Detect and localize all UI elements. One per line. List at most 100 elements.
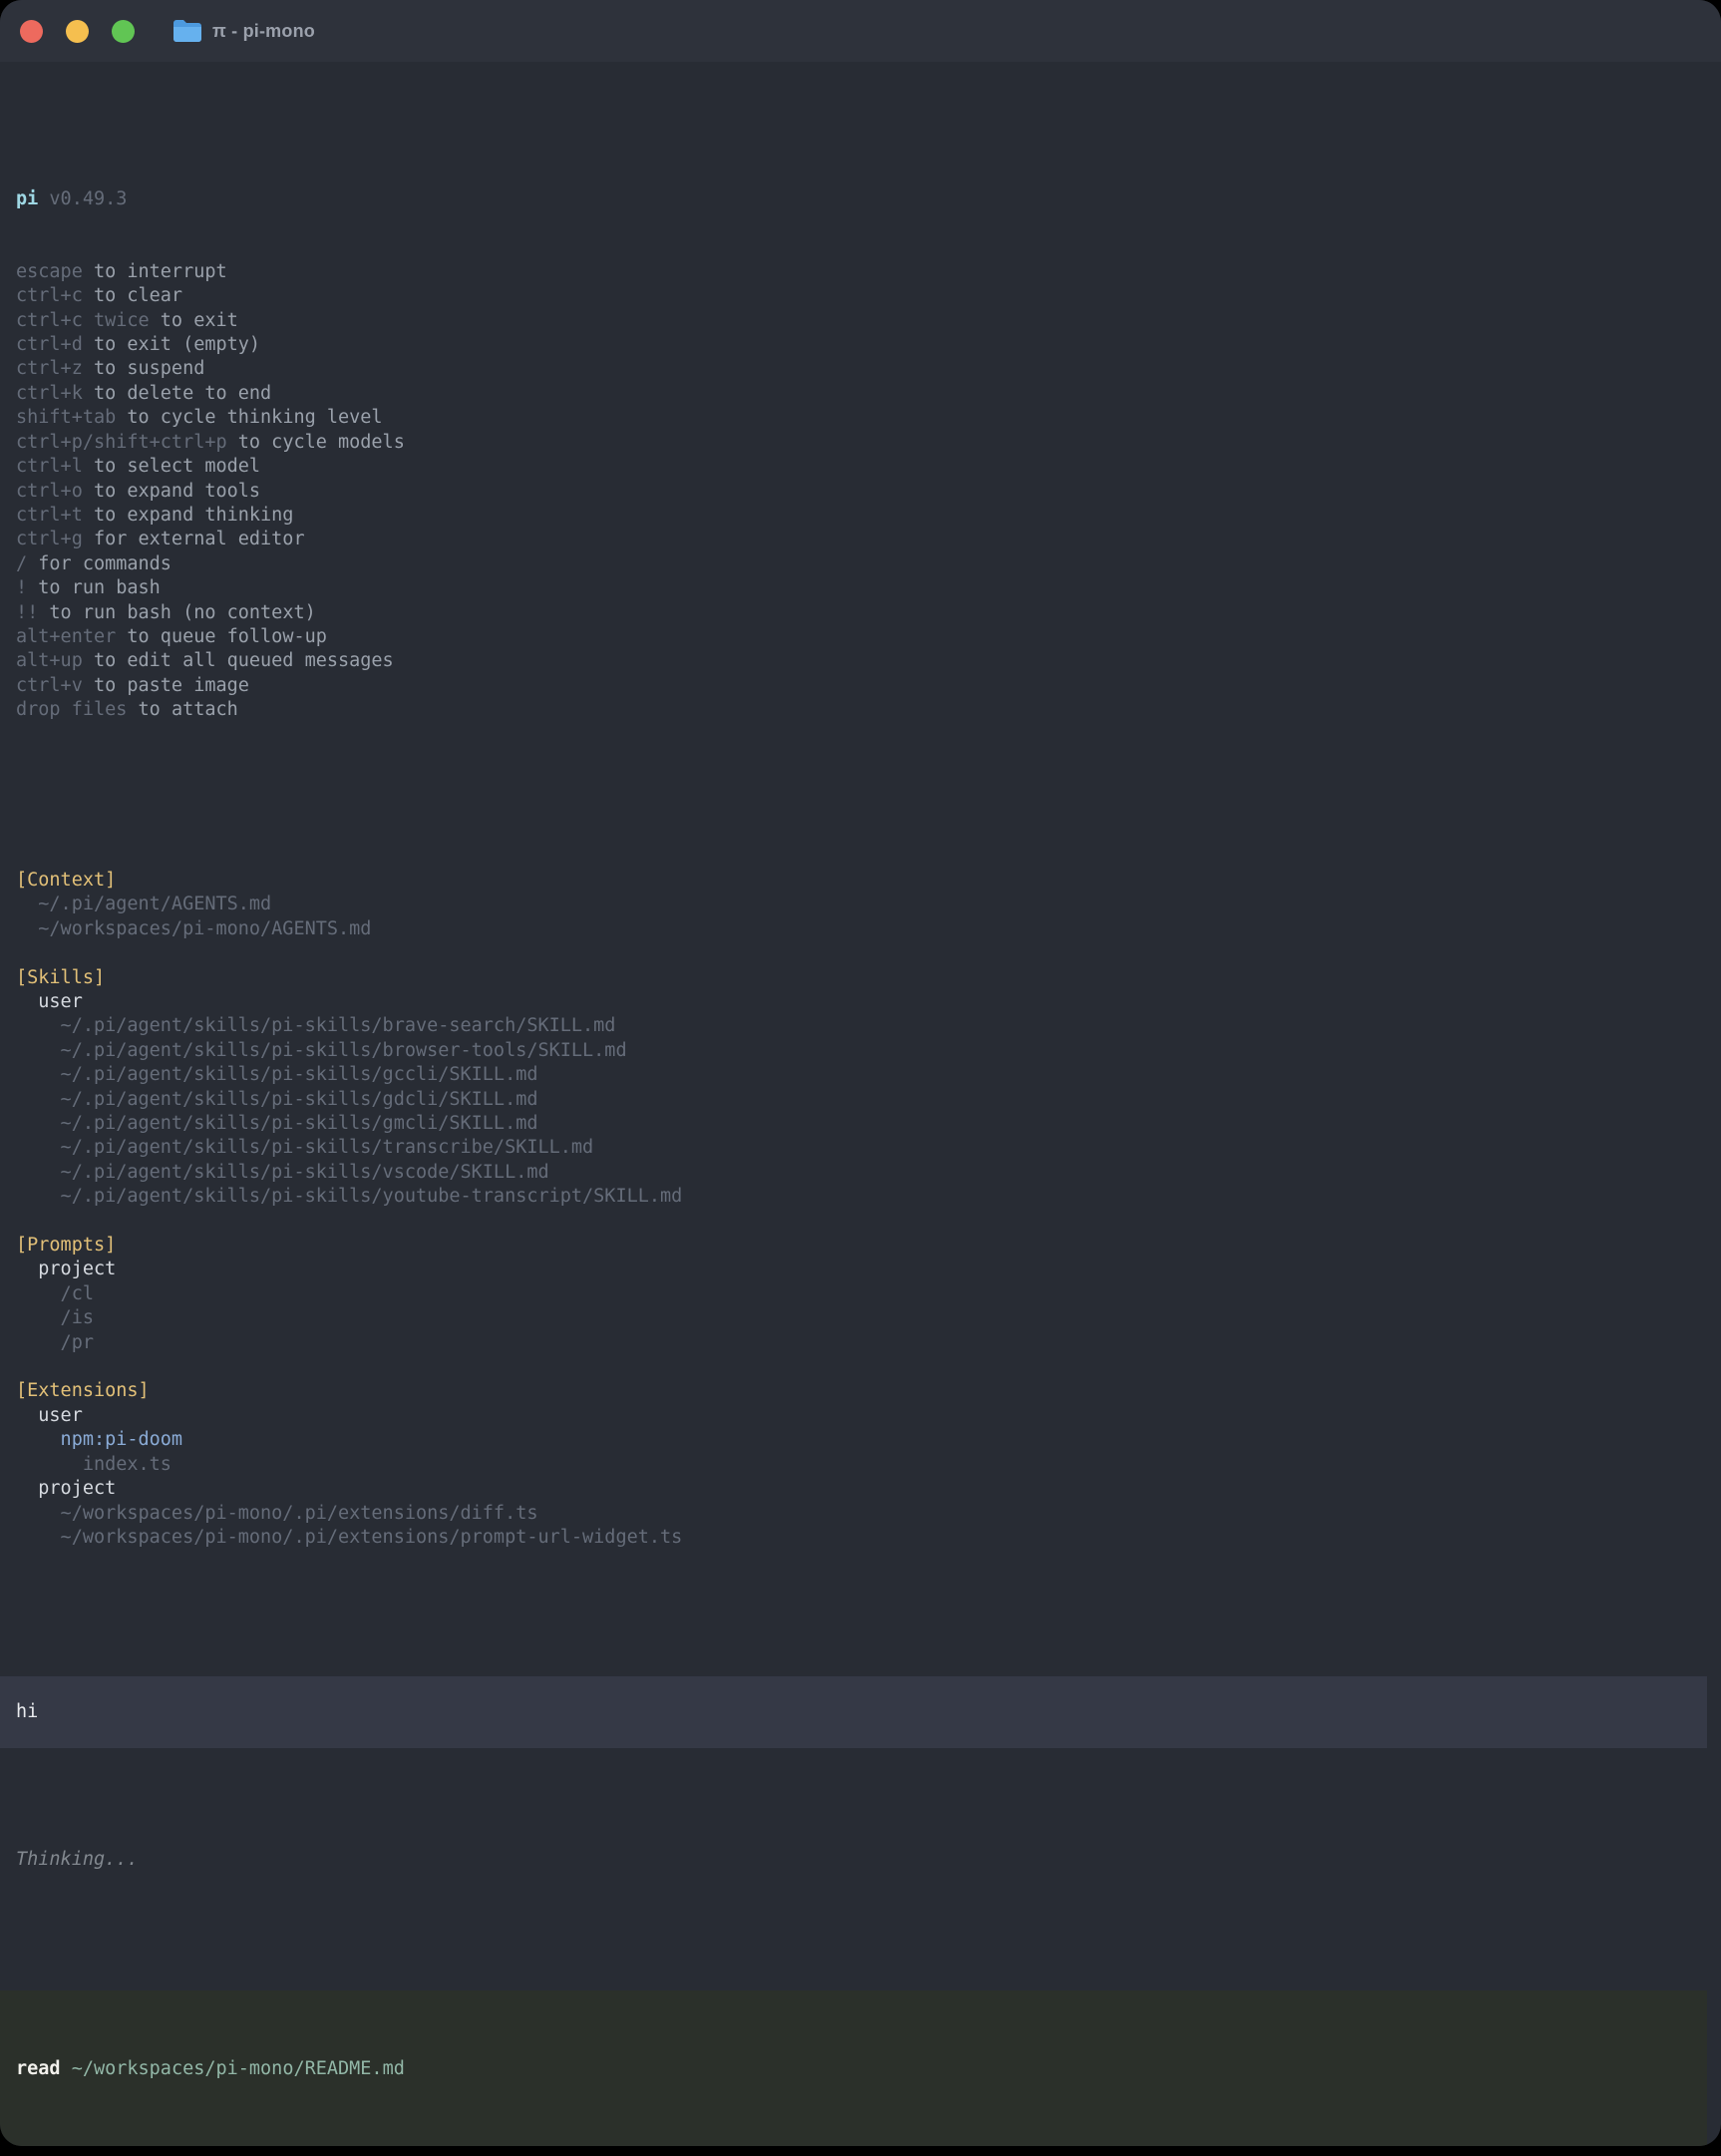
section-line: ~/.pi/agent/skills/pi-skills/youtube-tra… <box>16 1185 1705 1209</box>
shortcut-line: drop files to attach <box>16 698 1705 722</box>
section-line: ~/.pi/agent/skills/pi-skills/gmcli/SKILL… <box>16 1112 1705 1136</box>
text-segment: to run bash <box>27 577 161 598</box>
help-block: pi v0.49.3 escape to interruptctrl+c to … <box>0 139 1721 772</box>
text-segment: to exit <box>150 310 238 331</box>
text-segment: ! <box>16 577 27 598</box>
section-line: user <box>16 1404 1705 1428</box>
text-segment: to exit (empty) <box>83 334 260 355</box>
user-message: hi <box>0 1676 1707 1748</box>
text-segment: to edit all queued messages <box>83 650 394 671</box>
text-segment: ctrl+v <box>16 675 83 696</box>
text-segment: !! <box>16 602 38 623</box>
shortcut-line: alt+enter to queue follow-up <box>16 625 1705 649</box>
section-line: ~/.pi/agent/AGENTS.md <box>16 893 1705 916</box>
text-segment: ctrl+l <box>16 456 83 477</box>
section-line: ~/.pi/agent/skills/pi-skills/gdcli/SKILL… <box>16 1088 1705 1112</box>
shortcut-line: shift+tab to cycle thinking level <box>16 406 1705 430</box>
shortcut-lines: escape to interruptctrl+c to clearctrl+c… <box>16 260 1705 723</box>
section-line: project <box>16 1477 1705 1501</box>
shortcut-line: ctrl+g for external editor <box>16 528 1705 551</box>
text-segment: to interrupt <box>83 261 227 282</box>
window-title: π - pi-mono <box>212 21 315 42</box>
shortcut-line: ctrl+o to expand tools <box>16 480 1705 504</box>
text-segment: / <box>16 553 27 574</box>
text-segment: ctrl+g <box>16 529 83 549</box>
text-segment: ctrl+p/shift+ctrl+p <box>16 432 227 453</box>
shortcut-line: ctrl+c twice to exit <box>16 309 1705 333</box>
thinking-indicator: Thinking... <box>0 1848 1721 1872</box>
section-line: index.ts <box>16 1453 1705 1477</box>
shortcut-line: ctrl+d to exit (empty) <box>16 333 1705 357</box>
section-title: [Prompts] <box>16 1234 1705 1258</box>
text-segment: drop files <box>16 699 127 720</box>
section-line: ~/workspaces/pi-mono/.pi/extensions/prom… <box>16 1526 1705 1550</box>
section-line: user <box>16 990 1705 1014</box>
text-segment: ctrl+c <box>16 285 83 306</box>
shortcut-line: ! to run bash <box>16 576 1705 600</box>
text-segment: alt+enter <box>16 626 116 647</box>
tool-name: read <box>16 2058 61 2079</box>
traffic-lights <box>20 20 135 43</box>
text-segment: to run bash (no context) <box>38 602 315 623</box>
section-line: ~/workspaces/pi-mono/.pi/extensions/diff… <box>16 1502 1705 1526</box>
section-line: project <box>16 1258 1705 1281</box>
shortcut-line: ctrl+l to select model <box>16 455 1705 479</box>
text-segment: to delete to end <box>83 383 271 404</box>
info-section: [Extensions] user npm:pi-doom index.ts p… <box>16 1379 1705 1550</box>
read-tool-call: read ~/workspaces/pi-mono/README.md <p a… <box>0 1990 1707 2146</box>
app-name: pi <box>16 188 38 209</box>
shortcut-line: ctrl+p/shift+ctrl+p to cycle models <box>16 431 1705 455</box>
section-line: /is <box>16 1306 1705 1330</box>
text-segment: ctrl+o <box>16 481 83 502</box>
app-version: v0.49.3 <box>49 188 127 209</box>
zoom-window-button[interactable] <box>112 20 135 43</box>
section-line: npm:pi-doom <box>16 1428 1705 1452</box>
section-line: ~/.pi/agent/skills/pi-skills/transcribe/… <box>16 1136 1705 1160</box>
text-segment: to cycle models <box>227 432 405 453</box>
shortcut-line: !! to run bash (no context) <box>16 601 1705 625</box>
text-segment: to cycle thinking level <box>116 407 382 428</box>
text-segment: to expand thinking <box>83 505 294 526</box>
section-line: ~/.pi/agent/skills/pi-skills/vscode/SKIL… <box>16 1161 1705 1185</box>
section-line: /pr <box>16 1331 1705 1355</box>
terminal-window: π - pi-mono pi v0.49.3 escape to interru… <box>0 0 1721 2146</box>
info-section: [Prompts] project /cl /is /pr <box>16 1234 1705 1355</box>
text-segment: ctrl+t <box>16 505 83 526</box>
text-segment: alt+up <box>16 650 83 671</box>
shortcut-line: ctrl+v to paste image <box>16 674 1705 698</box>
text-segment: escape <box>16 261 83 282</box>
info-section: [Context] ~/.pi/agent/AGENTS.md ~/worksp… <box>16 869 1705 941</box>
text-segment: to paste image <box>83 675 249 696</box>
section-line: ~/.pi/agent/skills/pi-skills/browser-too… <box>16 1039 1705 1063</box>
text-segment: to select model <box>83 456 260 477</box>
info-sections: [Context] ~/.pi/agent/AGENTS.md ~/worksp… <box>0 869 1721 1550</box>
folder-icon <box>172 19 202 43</box>
tool-call-header: read ~/workspaces/pi-mono/README.md <box>16 2057 1691 2081</box>
section-title: [Skills] <box>16 966 1705 990</box>
window-titlebar: π - pi-mono <box>0 0 1721 62</box>
section-line: ~/.pi/agent/skills/pi-skills/brave-searc… <box>16 1014 1705 1038</box>
text-segment: to expand tools <box>83 481 260 502</box>
text-segment: to attach <box>127 699 237 720</box>
text-segment: shift+tab <box>16 407 116 428</box>
shortcut-line: escape to interrupt <box>16 260 1705 284</box>
tool-argument: ~/workspaces/pi-mono/README.md <box>61 2058 405 2079</box>
section-title: [Context] <box>16 869 1705 893</box>
text-segment: for external editor <box>83 529 305 549</box>
shortcut-line: ctrl+k to delete to end <box>16 382 1705 406</box>
shortcut-line: ctrl+t to expand thinking <box>16 504 1705 528</box>
text-segment: ctrl+d <box>16 334 83 355</box>
text-segment: ctrl+c twice <box>16 310 150 331</box>
shortcut-line: ctrl+c to clear <box>16 284 1705 308</box>
close-window-button[interactable] <box>20 20 43 43</box>
shortcut-line: alt+up to edit all queued messages <box>16 649 1705 673</box>
minimize-window-button[interactable] <box>66 20 89 43</box>
section-line: /cl <box>16 1282 1705 1306</box>
info-section: [Skills] user ~/.pi/agent/skills/pi-skil… <box>16 966 1705 1210</box>
shortcut-line: ctrl+z to suspend <box>16 357 1705 381</box>
section-line: ~/workspaces/pi-mono/AGENTS.md <box>16 917 1705 941</box>
text-segment: for commands <box>27 553 172 574</box>
text-segment: ctrl+k <box>16 383 83 404</box>
text-segment: to suspend <box>83 358 205 379</box>
section-title: [Extensions] <box>16 1379 1705 1403</box>
